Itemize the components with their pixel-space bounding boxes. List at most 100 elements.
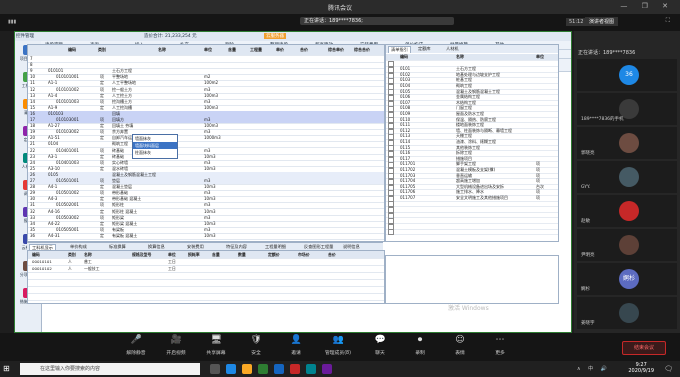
column-header[interactable]: 含量 bbox=[228, 45, 236, 55]
bottom-row-code: 00010101 bbox=[32, 259, 52, 264]
row-code: A1-27 bbox=[48, 123, 60, 129]
row-type: 定 bbox=[100, 184, 104, 190]
right-panel-tab[interactable]: 人材机 bbox=[444, 46, 461, 52]
row-name: 矩形柱 混凝土 bbox=[112, 208, 138, 214]
column-header[interactable]: 含量 bbox=[212, 251, 220, 258]
row-unit: 100m3 bbox=[204, 123, 219, 129]
column-header[interactable]: 数量 bbox=[238, 251, 246, 258]
row-type: 项 bbox=[100, 178, 104, 183]
column-header[interactable]: 单位 bbox=[168, 251, 176, 258]
windows-start-icon[interactable]: ⊞ bbox=[3, 364, 13, 374]
cloud-button[interactable]: 云服务器 bbox=[264, 33, 286, 39]
row-number: 22 bbox=[30, 147, 36, 153]
row-code: 010103001 bbox=[56, 117, 79, 122]
participant-tile[interactable]: 36 bbox=[577, 59, 677, 91]
dropdown-option[interactable]: 墙面块料面层 bbox=[133, 142, 177, 149]
toolbar-4-button[interactable]: 🛡 安全 bbox=[236, 335, 276, 356]
app-icon[interactable] bbox=[322, 364, 332, 374]
edge-icon[interactable] bbox=[226, 364, 236, 374]
view-mode-button[interactable]: 演讲者视图 bbox=[585, 17, 619, 26]
app-icon[interactable] bbox=[290, 364, 300, 374]
notification-icon[interactable]: 🗨 bbox=[664, 364, 674, 374]
column-header[interactable]: 合价 bbox=[328, 251, 336, 258]
column-header[interactable]: 名称 bbox=[456, 54, 464, 60]
participant-name: 尹明亮 bbox=[581, 253, 595, 258]
toolbar-6-button[interactable]: 👥 管理成员(8) bbox=[318, 335, 358, 356]
row-unit: m3 bbox=[204, 117, 211, 122]
toolbar-icon: ☺ bbox=[455, 335, 465, 345]
column-header[interactable]: 编码 bbox=[400, 54, 408, 60]
table-row[interactable]: 36 A4-31 定 有梁板 混凝土 10m3 bbox=[28, 233, 384, 240]
column-header[interactable]: 合价 bbox=[300, 45, 308, 55]
dropdown-option[interactable]: 柱面抹灰 bbox=[133, 149, 177, 156]
dropdown-option[interactable]: 墙面抹灰 bbox=[133, 135, 177, 142]
bottom-table-row[interactable] bbox=[28, 293, 384, 301]
toolbar-2-button[interactable]: 🎥 开启视频 bbox=[156, 335, 196, 356]
explorer-icon[interactable] bbox=[242, 364, 252, 374]
toolbar-icon: 💬 bbox=[374, 335, 386, 345]
toolbar-label: 更多 bbox=[495, 351, 505, 356]
right-table-row[interactable] bbox=[386, 229, 558, 236]
windows-taskbar: ⊞ 在这里输入你要搜索的内容 ∧ 中 🔊 9:27 2020/9/19 🗨 bbox=[0, 361, 680, 377]
participant-tile[interactable]: 婀杉 婀杉 bbox=[577, 263, 677, 295]
row-unit: m2 bbox=[204, 74, 211, 80]
row-unit: 10m3 bbox=[204, 208, 216, 214]
end-meeting-button[interactable]: 结束会议 bbox=[622, 341, 666, 355]
toolbar-7-button[interactable]: 💬 聊天 bbox=[360, 335, 400, 356]
app-icon[interactable] bbox=[306, 364, 316, 374]
meeting-title: 腾讯会议 bbox=[327, 5, 352, 12]
taskbar-clock[interactable]: 9:27 2020/9/19 bbox=[628, 362, 654, 374]
toolbar-9-button[interactable]: ☺ 表情 bbox=[440, 335, 480, 356]
column-header[interactable]: 类别 bbox=[68, 251, 76, 258]
participant-tile[interactable]: 尹明亮 bbox=[577, 229, 677, 261]
participant-tile[interactable]: GYY. bbox=[577, 161, 677, 193]
checkbox-icon[interactable] bbox=[388, 229, 394, 236]
tencent-meeting-icon[interactable] bbox=[274, 364, 284, 374]
participant-tile[interactable]: 189****7836的手机 bbox=[577, 93, 677, 125]
column-header[interactable]: 定额价 bbox=[268, 251, 280, 258]
column-header[interactable]: 类别 bbox=[98, 45, 106, 55]
toolbar-icon: 🛡 bbox=[250, 335, 262, 345]
row-number: 18 bbox=[30, 123, 36, 129]
row-number: 9 bbox=[30, 68, 33, 74]
name-dropdown[interactable]: 墙面抹灰 墙面块料面层 柱面抹灰 bbox=[132, 134, 178, 159]
task-view-icon[interactable] bbox=[210, 364, 220, 374]
table-header: 编码 类别 名称 单位 含量 工程量 单价 合价 综合单价 综合合价 bbox=[28, 45, 384, 56]
column-header[interactable]: 编码 bbox=[32, 251, 40, 258]
toolbar-1-button[interactable]: 🎤 解除静音 bbox=[116, 335, 156, 356]
fullscreen-icon[interactable]: ⛶ bbox=[666, 17, 674, 25]
app-icon[interactable] bbox=[258, 364, 268, 374]
row-unit: m3 bbox=[204, 190, 211, 196]
row-name: 有梁板 混凝土 bbox=[112, 232, 138, 238]
system-tray[interactable]: ∧ 中 🔊 bbox=[577, 365, 610, 372]
participant-tile[interactable]: 姜晓宇 bbox=[577, 297, 677, 329]
column-header[interactable]: 综合单价 bbox=[328, 45, 344, 55]
right-panel-tab[interactable]: 清单指引 bbox=[388, 46, 411, 53]
column-header[interactable]: 单位 bbox=[204, 45, 212, 55]
column-header[interactable]: 单位 bbox=[536, 54, 544, 60]
toolbar-10-button[interactable]: ⋯ 更多 bbox=[480, 335, 520, 356]
participant-tile[interactable]: 郭晓亮 bbox=[577, 127, 677, 159]
window-controls[interactable]: — ❐ ✕ bbox=[620, 2, 674, 10]
row-type: 项 bbox=[100, 147, 104, 153]
right-panel-tab[interactable]: 定额库 bbox=[416, 46, 433, 52]
app-tab-label[interactable]: 控件管理 bbox=[16, 33, 34, 39]
participant-tile[interactable]: 赵敏 bbox=[577, 195, 677, 227]
toolbar-8-button[interactable]: ⏺ 录制 bbox=[400, 335, 440, 356]
column-header[interactable]: 市场价 bbox=[298, 251, 310, 258]
column-header[interactable]: 名称 bbox=[84, 251, 92, 258]
column-header[interactable]: 损耗率 bbox=[188, 251, 200, 258]
row-name: 余方弃置 bbox=[112, 129, 128, 135]
row-name: 挖一般土方 bbox=[112, 86, 132, 92]
toolbar-3-button[interactable]: 🖥 共享屏幕 bbox=[196, 335, 236, 356]
column-header[interactable]: 编码 bbox=[68, 45, 76, 55]
column-header[interactable]: 名称 bbox=[158, 45, 166, 55]
column-header[interactable]: 工程量 bbox=[250, 45, 262, 55]
taskbar-search-input[interactable]: 在这里输入你要搜索的内容 bbox=[20, 363, 200, 375]
toolbar-5-button[interactable]: 👤 邀请 bbox=[276, 335, 316, 356]
column-header[interactable]: 规格及型号 bbox=[132, 251, 151, 258]
column-header[interactable]: 单价 bbox=[276, 45, 284, 55]
column-header[interactable]: 综合合价 bbox=[354, 45, 370, 55]
participant-name: 赵敏 bbox=[581, 219, 590, 224]
row-type: 项 bbox=[100, 159, 104, 165]
